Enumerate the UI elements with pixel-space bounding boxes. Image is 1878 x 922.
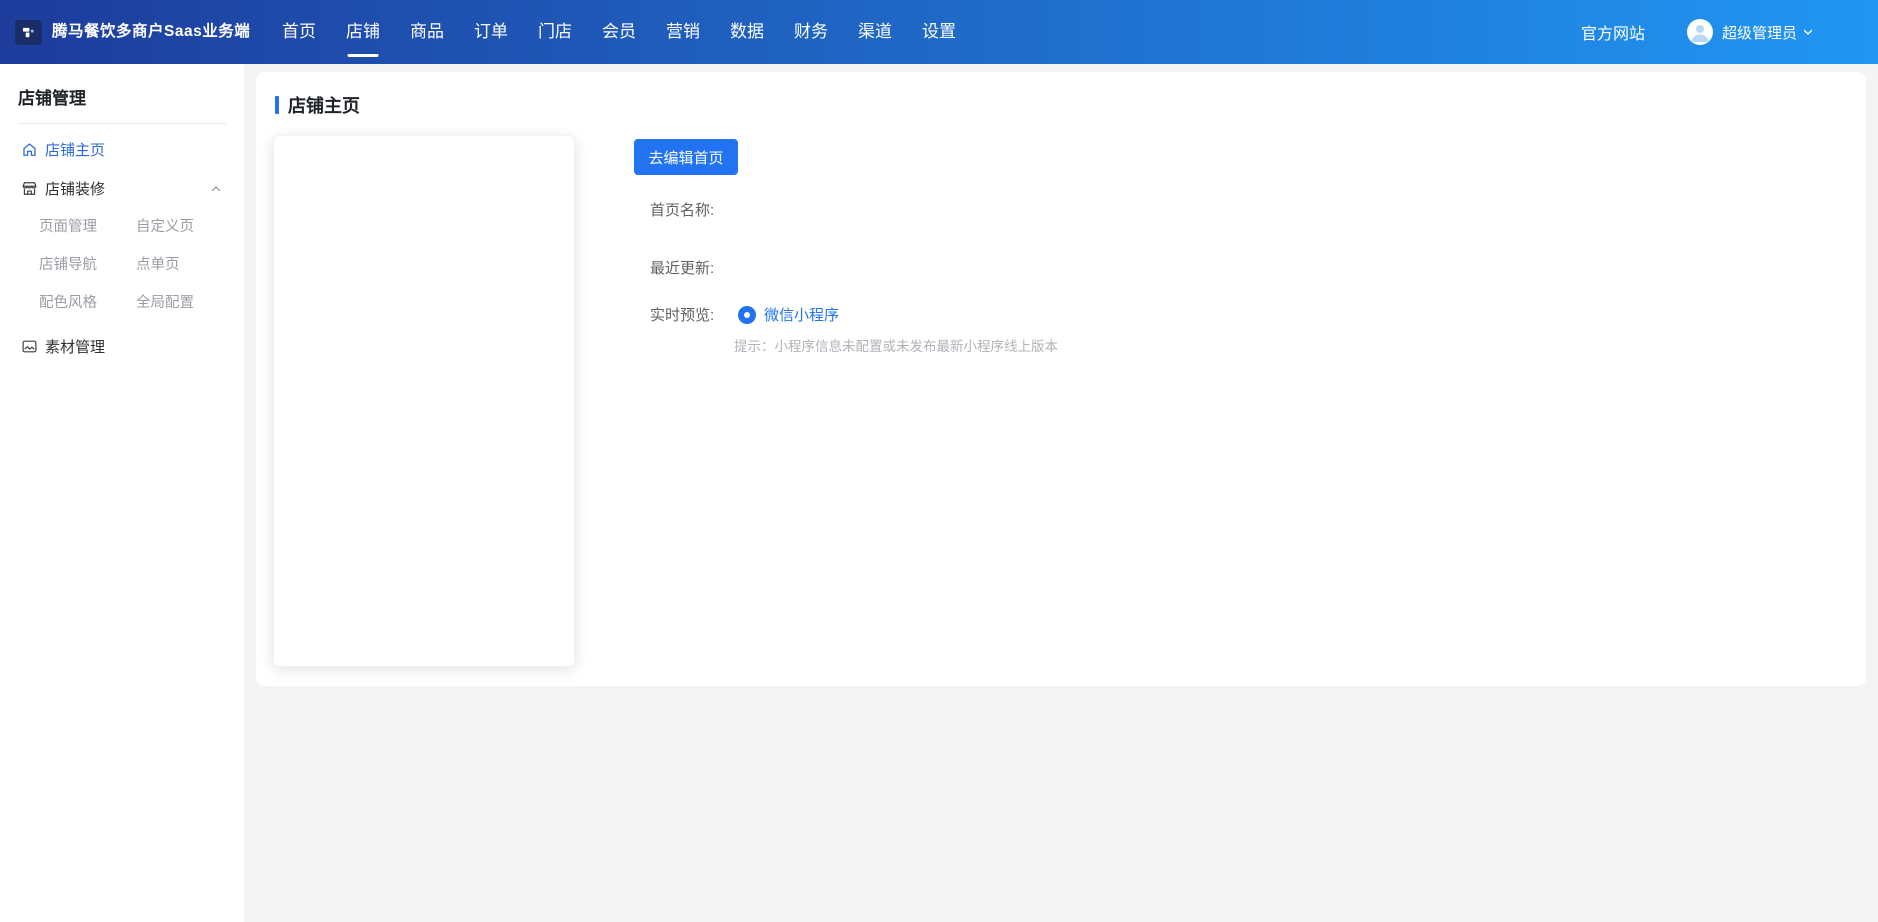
nav-item-orders[interactable]: 订单: [474, 0, 508, 64]
top-navbar: 腾马餐饮多商户Saas业务端 首页 店铺 商品 订单 门店 会员 营销 数据 财…: [0, 0, 1878, 64]
live-preview-field: 实时预览: 微信小程序: [650, 304, 839, 325]
sidebar-subitem-custom-page[interactable]: 自定义页: [136, 208, 244, 246]
brand: 腾马餐饮多商户Saas业务端: [0, 20, 252, 45]
logo-glyph: [21, 25, 36, 40]
user-icon: [1687, 19, 1713, 45]
brand-logo-icon: [15, 20, 42, 45]
wechat-miniprogram-radio[interactable]: [738, 306, 756, 324]
sidebar-subitem-page-management[interactable]: 页面管理: [39, 208, 136, 246]
nav-item-goods[interactable]: 商品: [410, 0, 444, 64]
section-title-row: 店铺主页: [275, 92, 360, 118]
homepage-name-field: 首页名称:: [650, 199, 714, 220]
nav-item-members[interactable]: 会员: [602, 0, 636, 64]
nav-item-data[interactable]: 数据: [730, 0, 764, 64]
sidebar-subitem-color-style[interactable]: 配色风格: [39, 284, 136, 322]
official-website-link[interactable]: 官方网站: [1581, 20, 1645, 44]
brand-title: 腾马餐饮多商户Saas业务端: [52, 22, 252, 42]
image-icon: [21, 338, 38, 355]
sidebar-title: 店铺管理: [0, 64, 244, 123]
sidebar-subitem-order-page[interactable]: 点单页: [136, 246, 244, 284]
homepage-name-label: 首页名称:: [650, 202, 714, 219]
sidebar-subitem-global-config[interactable]: 全局配置: [136, 284, 244, 322]
primary-nav: 首页 店铺 商品 订单 门店 会员 营销 数据 财务 渠道 设置: [282, 0, 956, 64]
sidebar: 店铺管理 店铺主页 店铺装修 页面管理 自定义页 店铺导航 点单页 配色风格 全…: [0, 64, 244, 922]
section-title-bar: [275, 96, 279, 114]
shop-decoration-submenu: 页面管理 自定义页 店铺导航 点单页 配色风格 全局配置: [0, 208, 244, 322]
nav-item-settings[interactable]: 设置: [922, 0, 956, 64]
sidebar-item-label: 店铺装修: [45, 178, 105, 199]
user-menu[interactable]: 超级管理员: [1687, 19, 1814, 45]
home-icon: [21, 141, 38, 158]
preview-hint: 提示：小程序信息未配置或未发布最新小程序线上版本: [734, 335, 1058, 355]
wechat-miniprogram-link[interactable]: 微信小程序: [764, 304, 839, 325]
sidebar-subitem-shop-navigation[interactable]: 店铺导航: [39, 246, 136, 284]
nav-item-shop[interactable]: 店铺: [346, 0, 380, 64]
shop-homepage-card: 店铺主页 去编辑首页 首页名称: 最近更新: 实时预览: 微信小程序 提示：小程…: [256, 72, 1866, 686]
nav-item-marketing[interactable]: 营销: [666, 0, 700, 64]
navbar-right: 官方网站 超级管理员: [1581, 19, 1878, 45]
nav-item-channels[interactable]: 渠道: [858, 0, 892, 64]
nav-item-stores[interactable]: 门店: [538, 0, 572, 64]
section-title: 店铺主页: [288, 92, 360, 118]
sidebar-divider: [18, 123, 226, 124]
nav-item-home[interactable]: 首页: [282, 0, 316, 64]
edit-homepage-button[interactable]: 去编辑首页: [634, 139, 738, 175]
chevron-up-icon[interactable]: [210, 183, 222, 195]
last-updated-label: 最近更新:: [650, 260, 714, 277]
chevron-down-icon: [1802, 26, 1814, 38]
homepage-preview-panel: [273, 135, 575, 667]
last-updated-field: 最近更新:: [650, 257, 714, 278]
sidebar-item-label: 素材管理: [45, 336, 105, 357]
sidebar-item-shop-decoration[interactable]: 店铺装修: [0, 169, 244, 208]
sidebar-item-label: 店铺主页: [45, 139, 105, 160]
live-preview-label: 实时预览:: [650, 304, 738, 325]
user-name: 超级管理员: [1722, 22, 1797, 43]
sidebar-item-shop-homepage[interactable]: 店铺主页: [0, 130, 244, 169]
sidebar-item-material-management[interactable]: 素材管理: [0, 327, 244, 366]
nav-item-finance[interactable]: 财务: [794, 0, 828, 64]
avatar: [1687, 19, 1713, 45]
storefront-icon: [21, 180, 38, 197]
